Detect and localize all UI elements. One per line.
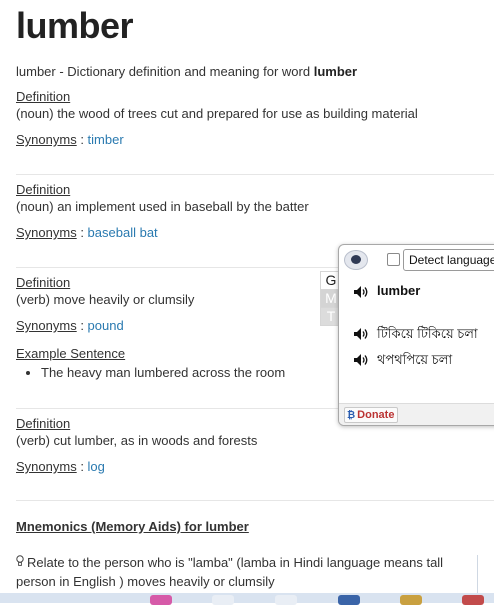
translator-popup: Detect language lumber টিকিয়ে টিকিয়ে চ… [338,244,494,426]
example-sentence-label: Example Sentence [16,346,126,361]
sense-2: Definition (noun) an implement used in b… [16,181,309,241]
sense-4: Definition (verb) cut lumber, as in wood… [16,415,257,475]
popup-toolbar: Detect language [339,245,494,273]
detect-language-select[interactable]: Detect language [403,249,494,271]
definition-label: Definition [16,416,71,431]
mnemonics-title: Mnemonics (Memory Aids) for lumber [16,519,249,534]
synonyms-label: Synonyms [16,132,77,147]
subtitle-prefix: lumber - Dictionary definition and meani… [16,64,314,79]
page-edge-line [477,555,478,593]
synonyms-colon: : [76,132,88,147]
taskbar [0,593,494,605]
definition-text: (verb) cut lumber, as in woods and fores… [16,433,258,448]
definition-text: (noun) the wood of trees cut and prepare… [16,106,418,121]
mnemonic-text-2: person in English ) moves heavily or clu… [16,574,275,589]
synonyms-colon: : [76,225,88,240]
synonyms-row: Synonyms : log [16,458,257,475]
mnemonic-text-1: Relate to the person who is "lamba" (lam… [27,555,444,570]
page-subtitle: lumber - Dictionary definition and meani… [16,63,494,80]
definition-label: Definition [16,275,71,290]
page-title: lumber [16,5,134,46]
synonyms-label: Synonyms [16,459,77,474]
dictionary-page: lumber lumber - Dictionary definition an… [16,0,494,589]
synonyms-row: Synonyms : timber [16,131,418,148]
definition-label: Definition [16,89,71,104]
synonyms-row: Synonyms : pound [16,317,285,334]
translation-1: টিকিয়ে টিকিয়ে চলা [377,326,478,341]
synonyms-row: Synonyms : baseball bat [16,224,309,241]
bitcoin-icon: ₿ [347,410,356,421]
donate-label: Donate [357,409,395,421]
taskbar-app[interactable] [212,595,234,605]
speaker-icon[interactable] [353,353,369,367]
definition-text: (verb) move heavily or clumsily [16,292,195,307]
sense-3: Definition (verb) move heavily or clumsi… [16,274,285,381]
definition-text: (noun) an implement used in baseball by … [16,199,309,214]
taskbar-app[interactable] [338,595,360,605]
source-word: lumber [377,283,421,298]
synonym-link[interactable]: log [88,459,105,474]
synonyms-colon: : [76,318,88,333]
owl-icon[interactable] [344,250,368,270]
synonyms-label: Synonyms [16,225,77,240]
speaker-icon[interactable] [353,285,369,299]
divider [16,500,494,501]
definition-label: Definition [16,182,71,197]
translation-2: থপথপিয়ে চলা [377,352,453,367]
example-item: The heavy man lumbered across the room [41,364,285,381]
taskbar-app[interactable] [400,595,422,605]
subtitle-word: lumber [313,64,358,79]
mnemonics-section: Mnemonics (Memory Aids) for lumber Relat… [16,518,443,590]
sense-1: Definition (noun) the wood of trees cut … [16,88,418,148]
mnemonic-line-1: Relate to the person who is "lamba" (lam… [16,554,443,571]
detect-language-checkbox[interactable] [387,253,400,266]
example-list: The heavy man lumbered across the room [16,364,285,381]
synonym-link[interactable]: timber [88,132,124,147]
popup-footer: ₿ Donate [339,403,494,425]
divider [16,174,494,175]
synonyms-colon: : [76,459,88,474]
speaker-icon[interactable] [353,327,369,341]
synonym-link[interactable]: baseball bat [88,225,158,240]
taskbar-app[interactable] [275,595,297,605]
taskbar-app[interactable] [150,595,172,605]
synonyms-label: Synonyms [16,318,77,333]
bulb-icon [16,554,25,571]
synonym-link[interactable]: pound [88,318,124,333]
taskbar-app[interactable] [462,595,484,605]
donate-button[interactable]: ₿ Donate [344,407,399,423]
